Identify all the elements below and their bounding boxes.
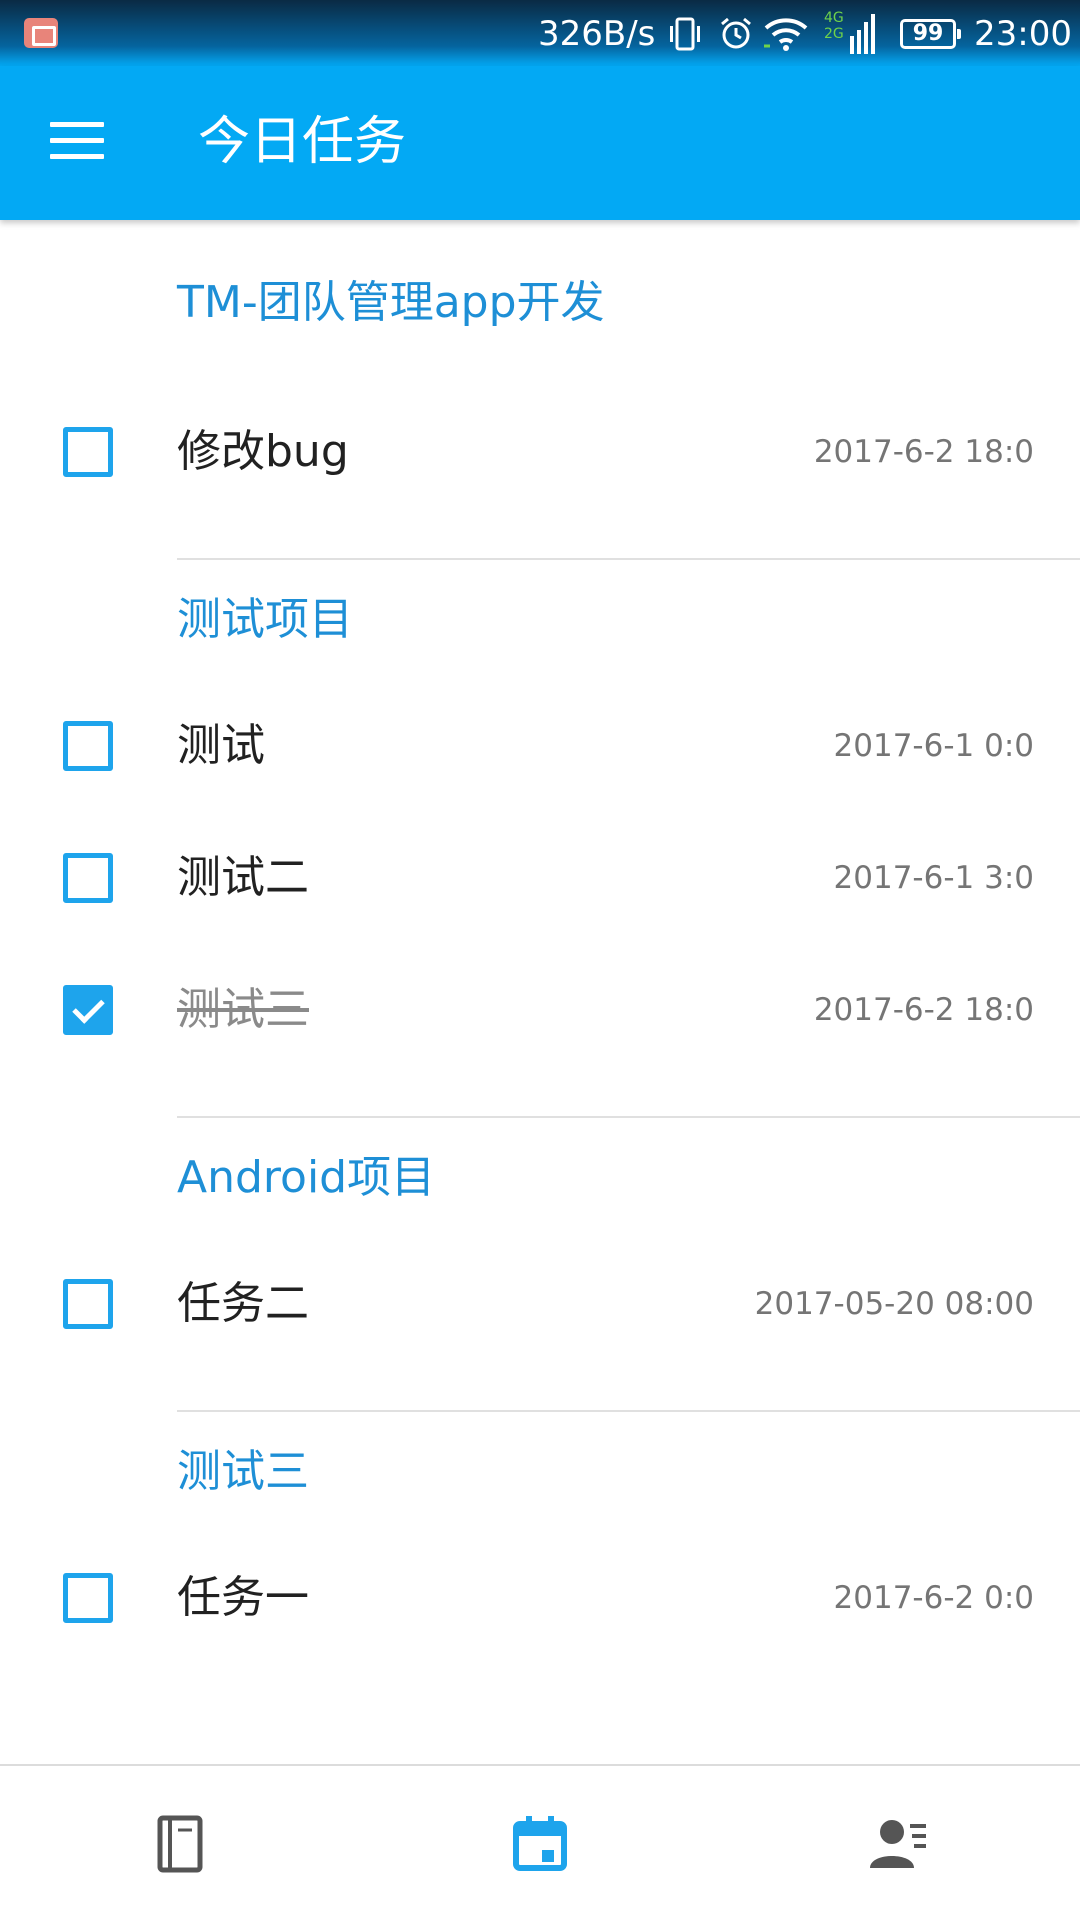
battery-level: 99 (912, 21, 944, 46)
contacts-icon (870, 1820, 926, 1868)
signal-icon: 4G 2G (824, 8, 880, 62)
task-row[interactable]: 修改bug 2017-6-2 18:0 (0, 386, 1080, 518)
group-title: Android项目 (177, 1152, 436, 1203)
task-checkbox[interactable] (63, 1573, 113, 1623)
group-header: 测试项目 (0, 560, 1080, 680)
task-group: TM-团队管理app开发 修改bug 2017-6-2 18:0 (0, 220, 1080, 560)
task-row[interactable]: 测试二 2017-6-1 3:0 (0, 812, 1080, 944)
group-title: TM-团队管理app开发 (177, 277, 605, 328)
task-checkbox[interactable] (63, 853, 113, 903)
bottom-nav (0, 1764, 1080, 1920)
network-speed: 326B/s (538, 14, 656, 54)
nav-today[interactable] (360, 1766, 720, 1922)
notebook-icon (157, 1815, 203, 1873)
task-group: 测试三 任务一 2017-6-2 0:0 (0, 1412, 1080, 1664)
task-time: 2017-6-2 0:0 (833, 1580, 1034, 1616)
svg-text:2G: 2G (824, 26, 844, 42)
app-bar: 今日任务 (0, 66, 1080, 220)
task-row[interactable]: 测试 2017-6-1 0:0 (0, 680, 1080, 812)
wifi-icon (762, 14, 810, 58)
task-group: Android项目 任务二 2017-05-20 08:00 (0, 1118, 1080, 1412)
task-time: 2017-6-1 3:0 (833, 860, 1034, 896)
task-group: 测试项目 测试 2017-6-1 0:0 测试二 2017-6-1 3:0 测试… (0, 560, 1080, 1118)
task-time: 2017-6-1 0:0 (833, 728, 1034, 764)
task-checkbox[interactable] (63, 721, 113, 771)
vibrate-icon (668, 16, 702, 56)
task-name: 测试二 (177, 852, 309, 903)
calendar-icon (513, 1816, 567, 1871)
group-title: 测试三 (177, 1446, 309, 1497)
alarm-icon (718, 16, 754, 56)
group-title: 测试项目 (177, 594, 353, 645)
task-time: 2017-05-20 08:00 (754, 1286, 1034, 1322)
clock: 23:00 (974, 14, 1072, 54)
task-time: 2017-6-2 18:0 (813, 434, 1034, 470)
task-name: 测试三 (177, 984, 309, 1035)
group-header: TM-团队管理app开发 (0, 220, 1080, 386)
status-bar: 326B/s 4G 2G 99 23:00 (0, 0, 1080, 66)
task-row[interactable]: 测试三 2017-6-2 18:0 (0, 944, 1080, 1076)
group-header: 测试三 (0, 1412, 1080, 1532)
task-row[interactable]: 任务二 2017-05-20 08:00 (0, 1238, 1080, 1370)
menu-icon[interactable] (50, 122, 104, 162)
task-name: 任务一 (177, 1572, 309, 1623)
svg-text:4G: 4G (824, 10, 844, 26)
task-name: 测试 (177, 720, 265, 771)
group-header: Android项目 (0, 1118, 1080, 1238)
page-title: 今日任务 (198, 112, 407, 172)
task-checkbox-checked[interactable] (63, 985, 113, 1035)
nav-projects[interactable] (0, 1766, 360, 1922)
task-list: TM-团队管理app开发 修改bug 2017-6-2 18:0 测试项目 测试… (0, 220, 1080, 1764)
task-checkbox[interactable] (63, 1279, 113, 1329)
screen-record-icon (24, 18, 58, 48)
task-row[interactable]: 任务一 2017-6-2 0:0 (0, 1532, 1080, 1664)
task-name: 任务二 (177, 1278, 309, 1329)
battery-icon: 99 (900, 19, 961, 49)
task-checkbox[interactable] (63, 427, 113, 477)
task-name: 修改bug (177, 426, 349, 477)
nav-contacts[interactable] (720, 1766, 1080, 1922)
task-time: 2017-6-2 18:0 (813, 992, 1034, 1028)
